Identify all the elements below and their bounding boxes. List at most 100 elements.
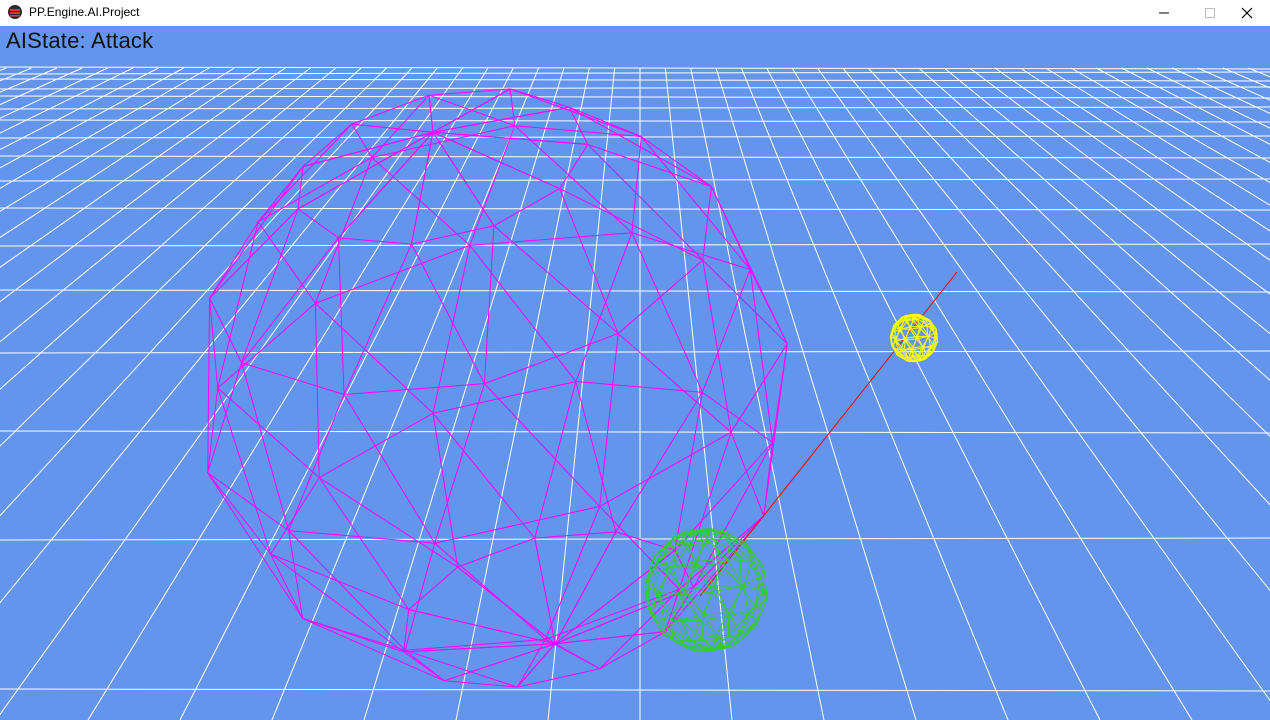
large-wireframe-sphere-segment — [314, 157, 373, 304]
ground-grid-segment — [0, 67, 311, 303]
player-wireframe-sphere-segment — [720, 562, 742, 587]
ground-grid-segment — [1146, 67, 1270, 129]
scene-canvas[interactable] — [0, 26, 1270, 720]
large-wireframe-sphere-segment — [207, 387, 219, 473]
large-wireframe-sphere-segment — [337, 237, 345, 395]
large-wireframe-sphere-segment — [207, 472, 289, 532]
player-wireframe-sphere-segment — [743, 585, 763, 592]
window-title: PP.Engine.AI.Project — [29, 5, 140, 19]
large-wireframe-sphere-segment — [730, 343, 788, 433]
large-wireframe-sphere-segment — [493, 188, 560, 227]
large-wireframe-sphere-segment — [555, 631, 666, 645]
target-wireframe-sphere-segment — [900, 328, 906, 340]
ground-grid-segment — [1045, 67, 1270, 206]
large-wireframe-sphere-segment — [469, 232, 632, 246]
ground-grid-segment — [740, 67, 1009, 720]
ground-grid-segment — [715, 67, 917, 720]
ground-grid-segment — [455, 67, 590, 720]
large-wireframe-sphere-segment — [351, 123, 433, 133]
player-wireframe-sphere-segment — [741, 576, 761, 587]
large-wireframe-sphere-segment — [575, 381, 617, 533]
large-wireframe-sphere — [207, 88, 788, 688]
app-logo-icon — [8, 5, 22, 19]
target-wireframe-sphere-segment — [923, 336, 929, 349]
target-wireframe-sphere-segment — [910, 325, 923, 328]
target-wireframe-sphere-segment — [911, 338, 918, 350]
large-wireframe-sphere-segment — [404, 649, 445, 682]
large-wireframe-sphere-segment — [559, 144, 589, 189]
large-wireframe-sphere-segment — [432, 245, 471, 414]
large-wireframe-sphere-segment — [599, 333, 619, 507]
large-wireframe-sphere-segment — [318, 477, 410, 610]
player-wireframe-sphere-segment — [685, 640, 692, 646]
close-button[interactable] — [1224, 0, 1270, 26]
large-wireframe-sphere-segment — [457, 537, 535, 568]
large-wireframe-sphere-segment — [569, 106, 642, 138]
ground-grid-segment — [0, 67, 235, 212]
player-wireframe-sphere-segment — [680, 619, 703, 639]
large-wireframe-sphere-segment — [411, 243, 485, 384]
large-wireframe-sphere-segment — [484, 383, 601, 507]
ground-grid-segment — [791, 67, 1193, 720]
player-wireframe-sphere-segment — [739, 556, 742, 586]
large-wireframe-sphere-segment — [241, 362, 290, 531]
ground-grid-segment — [0, 243, 1270, 247]
ground-grid-segment — [0, 289, 1270, 293]
ground-grid-segment — [969, 67, 1270, 295]
large-wireframe-sphere-segment — [207, 472, 304, 619]
player-wireframe-sphere-segment — [671, 620, 693, 642]
target-wireframe-sphere — [889, 313, 939, 363]
render-viewport[interactable] — [0, 26, 1270, 720]
large-wireframe-sphere-segment — [270, 553, 405, 653]
large-wireframe-sphere-segment — [509, 88, 570, 108]
large-wireframe-sphere-segment — [434, 506, 600, 544]
title-bar[interactable]: PP.Engine.AI.Project — [0, 0, 1270, 26]
large-wireframe-sphere-segment — [288, 530, 435, 544]
ground-grid-segment — [1197, 67, 1270, 101]
large-wireframe-sphere-segment — [674, 392, 703, 551]
ground-grid-segment — [867, 67, 1270, 506]
ground-grid-segment — [0, 106, 1270, 110]
target-wireframe-sphere-segment — [926, 325, 929, 337]
large-wireframe-sphere-segment — [434, 542, 546, 640]
large-wireframe-sphere-segment — [514, 125, 633, 234]
large-wireframe-sphere-segment — [338, 237, 412, 245]
large-wireframe-sphere-segment — [241, 362, 345, 396]
large-wireframe-sphere-segment — [257, 157, 373, 223]
ground-grid-segment — [0, 67, 83, 106]
large-wireframe-sphere-segment — [207, 472, 272, 555]
large-wireframe-sphere-segment — [257, 221, 316, 304]
large-wireframe-sphere-segment — [771, 343, 788, 443]
large-wireframe-sphere-segment — [217, 387, 320, 478]
large-wireframe-sphere-segment — [318, 412, 434, 479]
large-wireframe-sphere-segment — [343, 394, 436, 544]
app-window: PP.Engine.AI.Project AIState: Attack — [0, 0, 1270, 720]
player-wireframe-sphere-segment — [703, 612, 729, 616]
ground-grid-segment — [0, 67, 210, 189]
large-wireframe-sphere-segment — [509, 88, 516, 126]
player-wireframe-sphere-segment — [648, 576, 661, 599]
player-wireframe-sphere-segment — [680, 614, 704, 621]
large-wireframe-sphere-segment — [302, 618, 445, 682]
ground-grid-segment — [0, 67, 184, 169]
player-wireframe-sphere-segment — [699, 592, 714, 621]
ground-grid-segment — [817, 67, 1270, 702]
player-wireframe-sphere-segment — [712, 585, 742, 593]
large-wireframe-sphere-segment — [701, 269, 751, 393]
ai-state-label: AIState: Attack — [6, 28, 154, 53]
minimize-button[interactable] — [1141, 0, 1187, 26]
minimize-icon — [1159, 12, 1169, 14]
large-wireframe-sphere-segment — [631, 232, 751, 270]
large-wireframe-sphere-segment — [404, 543, 436, 651]
large-wireframe-sphere-segment — [599, 631, 666, 670]
player-wireframe-sphere-segment — [755, 576, 761, 608]
large-wireframe-sphere-segment — [428, 88, 511, 96]
player-wireframe-sphere-segment — [740, 585, 756, 609]
large-wireframe-sphere-segment — [509, 88, 642, 138]
ground-grid-segment — [87, 67, 489, 720]
ground-grid-segment — [0, 95, 1270, 99]
ground-grid-segment — [1248, 67, 1270, 78]
player-wireframe-sphere-segment — [656, 543, 679, 564]
large-wireframe-sphere-segment — [351, 94, 430, 125]
large-wireframe-sphere-segment — [338, 131, 434, 239]
